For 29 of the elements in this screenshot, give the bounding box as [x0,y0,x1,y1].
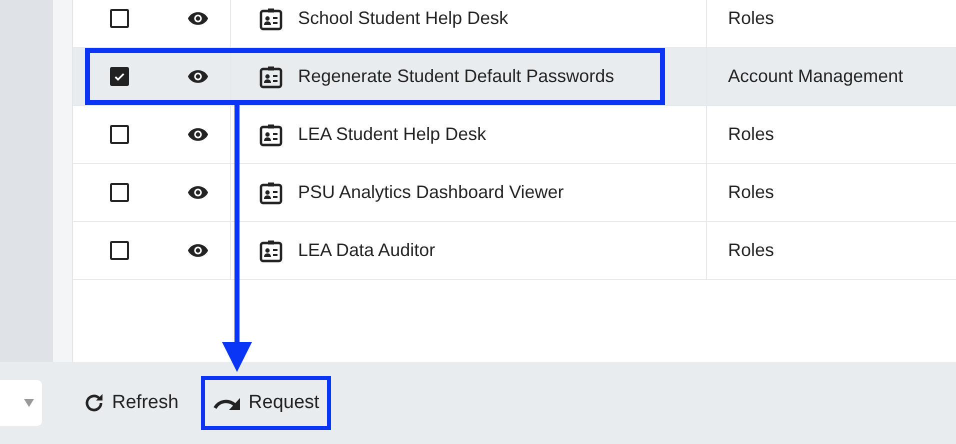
eye-icon[interactable] [186,243,208,258]
id-badge-icon [259,122,283,146]
id-badge-icon [259,180,283,204]
table-row[interactable]: Regenerate Student Default Passwords Account Management [73,48,956,106]
eye-icon[interactable] [186,11,208,26]
eye-icon[interactable] [186,127,208,142]
table-cell: Roles [728,124,774,145]
caret-icon [24,399,34,407]
checkbox[interactable] [110,67,128,86]
checkbox[interactable] [110,9,128,28]
table-cell: Regenerate Student Default Passwords [298,66,614,87]
checkbox[interactable] [110,183,128,202]
refresh-button[interactable]: Refresh [70,376,191,430]
id-badge-icon [259,64,283,88]
table-cell: PSU Analytics Dashboard Viewer [298,182,564,203]
table-cell: Roles [728,182,774,203]
eye-icon[interactable] [186,185,208,200]
table-cell: Roles [728,240,774,261]
id-badge-icon [259,6,283,30]
eye-icon[interactable] [186,69,208,84]
table-cell: LEA Data Auditor [298,240,436,261]
table-cell: Account Management [728,66,904,87]
checkbox[interactable] [110,241,128,260]
request-button[interactable]: Request [200,376,332,430]
checkbox[interactable] [110,125,128,144]
table-cell: Roles [728,8,774,29]
table-cell: School Student Help Desk [298,8,508,29]
id-badge-icon [259,238,283,262]
table-cell: LEA Student Help Desk [298,124,486,145]
